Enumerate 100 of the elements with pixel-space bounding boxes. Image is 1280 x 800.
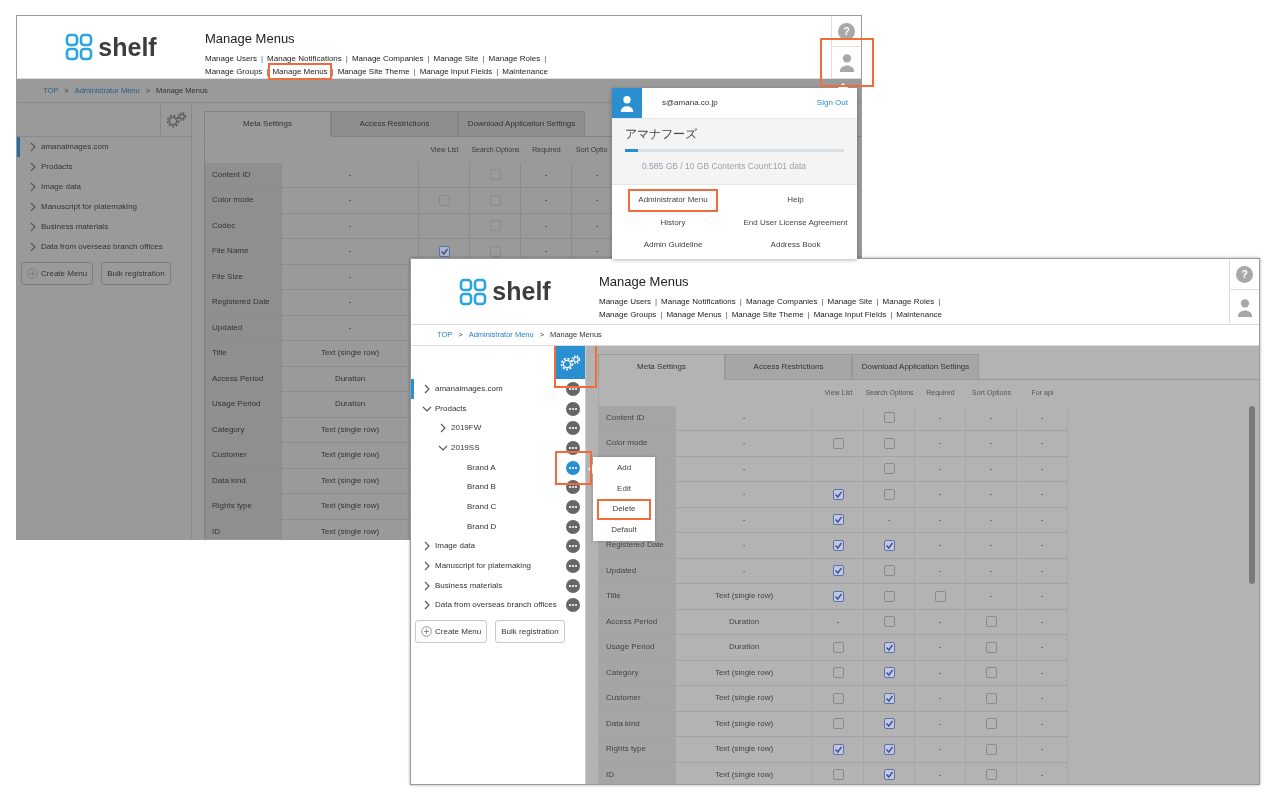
nav-link[interactable]: Manage Users [599,296,652,306]
menu-item[interactable]: Edit [593,478,655,499]
checkbox[interactable] [883,488,895,500]
tree-item[interactable]: amanaimages.com [17,137,191,157]
checkbox[interactable] [832,641,844,653]
tree-item[interactable]: Manuscript for platemaking [411,556,585,576]
checkbox[interactable] [985,769,997,781]
checkbox[interactable] [883,692,895,704]
nav-link[interactable]: Manage Site [827,296,873,306]
tree-item[interactable]: Data from overseas branch offices [411,595,585,616]
nav-link[interactable]: Manage Notifications [661,296,736,306]
checkbox[interactable] [832,718,844,730]
nav-link[interactable]: Manage Site [433,53,479,63]
tab[interactable]: Meta Settings [598,354,725,380]
more-button[interactable] [566,460,580,475]
checkbox[interactable] [985,692,997,704]
checkbox[interactable] [985,667,997,679]
checkbox[interactable] [883,437,895,449]
menu-item[interactable]: Delete [593,499,655,520]
tab[interactable]: Download Application Settings [458,111,585,137]
checkbox[interactable] [883,565,895,577]
tree-item[interactable]: Image data [17,177,191,197]
checkbox[interactable] [438,245,450,257]
checkbox[interactable] [883,718,895,730]
settings-button[interactable] [554,346,585,379]
nav-link[interactable]: Manage Companies [745,296,818,306]
more-button[interactable] [566,401,580,416]
nav-link[interactable]: Manage Site Theme [337,66,410,76]
table-cell: - [1017,660,1068,686]
tree-item[interactable]: Data from overseas branch offices [17,237,191,257]
tree-item[interactable]: Image data [411,536,585,557]
checkbox[interactable] [832,743,844,755]
checkbox[interactable] [883,641,895,653]
nav-link[interactable]: Manage Menus [272,66,328,76]
action-button[interactable]: Bulk registration [495,620,565,644]
checkbox[interactable] [883,667,895,679]
checkbox[interactable] [883,539,895,551]
more-button[interactable] [566,519,580,534]
tree-item[interactable]: Manuscript for platemaking [17,197,191,217]
checkbox[interactable] [985,743,997,755]
nav-link[interactable]: Manage Input Fields [419,66,493,76]
checkbox[interactable] [832,769,844,781]
menu-link[interactable]: Help [787,194,804,207]
checkbox[interactable] [883,463,895,475]
user-icon[interactable] [838,53,855,72]
menu-link[interactable]: Administrator Menu [638,194,708,207]
nav-link[interactable]: Manage Roles [488,53,541,63]
nav-link[interactable]: Manage Roles [882,296,935,306]
scrollbar[interactable] [1249,406,1255,584]
nav-link[interactable]: Manage Site Theme [731,309,804,319]
tab[interactable]: Access Restrictions [331,111,458,137]
checkbox[interactable] [832,692,844,704]
sign-out-link[interactable]: Sign Out [816,97,848,109]
menu-link[interactable]: Address Book [770,239,821,252]
menu-link[interactable]: History [660,216,686,229]
nav-link[interactable]: Manage Groups [599,309,657,319]
more-button[interactable] [566,421,580,436]
more-button[interactable] [566,598,580,613]
checkbox[interactable] [985,616,997,628]
tab[interactable]: Download Application Settings [852,354,979,380]
checkbox[interactable] [985,641,997,653]
checkbox[interactable] [832,539,844,551]
checkbox[interactable] [832,667,844,679]
checkbox[interactable] [832,514,844,526]
action-button[interactable]: Create Menu [21,262,94,285]
nav-link[interactable]: Maintenance [896,309,943,319]
tree-item[interactable]: Prodacts [17,157,191,177]
action-button[interactable]: Bulk registration [101,262,171,285]
checkbox[interactable] [832,488,844,500]
nav-link[interactable]: Manage Groups [205,66,263,76]
nav-link[interactable]: Manage Companies [351,53,424,63]
checkbox[interactable] [489,245,501,257]
more-button[interactable] [566,559,580,574]
nav-link[interactable]: Maintenance [502,66,549,76]
checkbox[interactable] [883,412,895,424]
checkbox[interactable] [883,743,895,755]
more-button[interactable] [566,578,580,593]
checkbox[interactable] [883,616,895,628]
menu-link[interactable]: End User License Agreement [743,216,848,229]
checkbox[interactable] [883,590,895,602]
tab[interactable]: Meta Settings [204,111,331,137]
tree-item[interactable]: Business materials [411,575,585,596]
checkbox[interactable] [832,437,844,449]
checkbox[interactable] [934,590,946,602]
user-icon[interactable] [1236,297,1253,317]
checkbox[interactable] [883,769,895,781]
checkbox[interactable] [985,718,997,730]
more-button[interactable] [566,499,580,514]
checkbox[interactable] [832,565,844,577]
nav-link[interactable]: Manage Menus [666,309,722,319]
tree-item[interactable]: Business materials [17,217,191,237]
more-button[interactable] [566,539,580,554]
checkbox[interactable] [832,590,844,602]
nav-link[interactable]: Manage Users [205,53,258,63]
menu-link[interactable]: Admin Guideline [643,239,703,252]
nav-link[interactable]: Manage Input Fields [813,309,887,319]
menu-item[interactable]: Add [593,458,655,479]
nav-link[interactable]: Manage Notifications [267,53,342,63]
tab[interactable]: Access Restrictions [725,354,852,380]
action-button[interactable]: Create Menu [415,620,488,644]
